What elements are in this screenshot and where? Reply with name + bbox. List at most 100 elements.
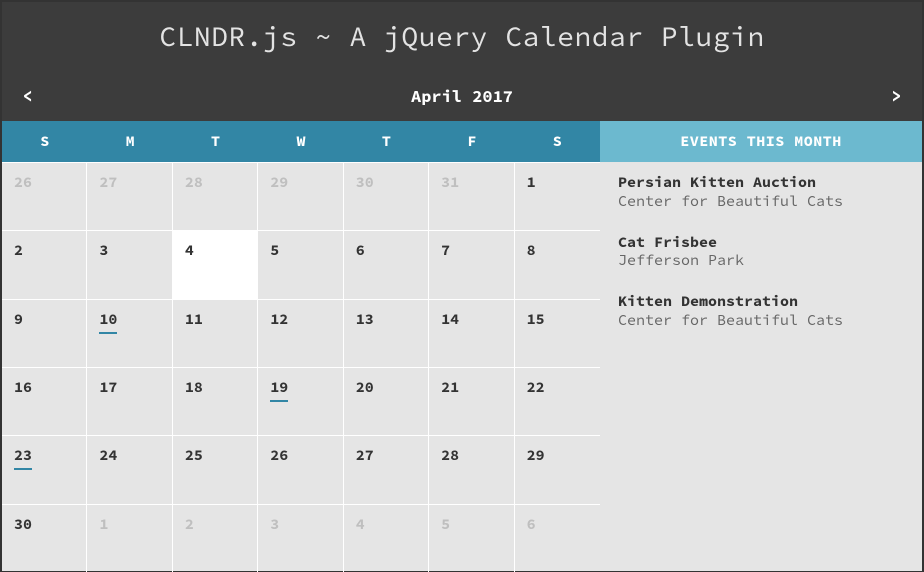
events-sidebar: EVENTS THIS MONTH Persian Kitten Auction… — [600, 121, 922, 571]
day-number: 27 — [356, 446, 374, 465]
calendar-day-cell[interactable]: 31 — [429, 162, 514, 230]
day-number: 15 — [527, 310, 545, 329]
day-number: 8 — [527, 241, 536, 260]
day-number: 2 — [185, 515, 194, 534]
day-number: 11 — [185, 310, 203, 329]
days-grid: 2627282930311234567891011121314151617181… — [2, 162, 600, 572]
event-location: Center for Beautiful Cats — [618, 193, 904, 212]
prev-month-button[interactable]: < — [16, 84, 39, 107]
day-number: 30 — [14, 515, 32, 534]
calendar-day-cell[interactable]: 25 — [173, 435, 258, 503]
calendar-day-cell[interactable]: 18 — [173, 367, 258, 435]
day-number: 29 — [270, 173, 288, 192]
calendar-day-cell[interactable]: 15 — [515, 299, 600, 367]
day-number: 18 — [185, 378, 203, 397]
calendar-day-cell[interactable]: 20 — [344, 367, 429, 435]
calendar-grid: S M T W T F S 26272829303112345678910111… — [2, 121, 600, 571]
current-month-label: April 2017 — [39, 85, 885, 107]
event-item[interactable]: Kitten DemonstrationCenter for Beautiful… — [600, 281, 922, 341]
calendar-day-cell[interactable]: 7 — [429, 230, 514, 298]
calendar-day-cell[interactable]: 21 — [429, 367, 514, 435]
day-number: 1 — [527, 173, 536, 192]
calendar-day-cell[interactable]: 26 — [2, 162, 87, 230]
calendar-day-cell[interactable]: 26 — [258, 435, 343, 503]
events-list: Persian Kitten AuctionCenter for Beautif… — [600, 162, 922, 341]
calendar-day-cell[interactable]: 11 — [173, 299, 258, 367]
calendar-day-cell[interactable]: 1 — [515, 162, 600, 230]
day-header: T — [344, 121, 429, 162]
calendar-day-cell[interactable]: 10 — [87, 299, 172, 367]
day-number: 29 — [527, 446, 545, 465]
day-number: 2 — [14, 241, 23, 260]
next-month-button[interactable]: > — [885, 84, 908, 107]
calendar-day-cell[interactable]: 2 — [173, 504, 258, 572]
calendar-day-cell[interactable]: 22 — [515, 367, 600, 435]
day-number: 4 — [356, 515, 365, 534]
calendar-day-cell[interactable]: 23 — [2, 435, 87, 503]
calendar-day-cell[interactable]: 2 — [2, 230, 87, 298]
day-header: T — [173, 121, 258, 162]
event-location: Center for Beautiful Cats — [618, 312, 904, 331]
day-number: 1 — [99, 515, 108, 534]
day-number: 19 — [270, 378, 288, 402]
day-number: 24 — [99, 446, 117, 465]
day-number: 7 — [441, 241, 450, 260]
day-headers-row: S M T W T F S — [2, 121, 600, 162]
calendar-day-cell[interactable]: 27 — [344, 435, 429, 503]
day-number: 21 — [441, 378, 459, 397]
calendar-day-cell[interactable]: 24 — [87, 435, 172, 503]
day-number: 14 — [441, 310, 459, 329]
event-item[interactable]: Persian Kitten AuctionCenter for Beautif… — [600, 162, 922, 222]
day-header: S — [2, 121, 87, 162]
calendar-day-cell[interactable]: 29 — [515, 435, 600, 503]
calendar-day-cell[interactable]: 28 — [429, 435, 514, 503]
calendar-day-cell[interactable]: 30 — [2, 504, 87, 572]
calendar-day-cell[interactable]: 29 — [258, 162, 343, 230]
calendar-day-cell[interactable]: 13 — [344, 299, 429, 367]
calendar-day-cell[interactable]: 5 — [258, 230, 343, 298]
calendar-day-cell[interactable]: 4 — [173, 230, 258, 298]
calendar-day-cell[interactable]: 9 — [2, 299, 87, 367]
page-title: CLNDR.js ~ A jQuery Calendar Plugin — [2, 2, 922, 74]
calendar-day-cell[interactable]: 8 — [515, 230, 600, 298]
calendar-day-cell[interactable]: 3 — [258, 504, 343, 572]
day-header: W — [258, 121, 343, 162]
day-number: 27 — [99, 173, 117, 192]
day-number: 6 — [527, 515, 536, 534]
day-number: 3 — [270, 515, 279, 534]
calendar-day-cell[interactable]: 12 — [258, 299, 343, 367]
calendar-day-cell[interactable]: 28 — [173, 162, 258, 230]
calendar-day-cell[interactable]: 16 — [2, 367, 87, 435]
day-number: 17 — [99, 378, 117, 397]
event-title: Kitten Demonstration — [618, 293, 904, 312]
day-number: 5 — [270, 241, 279, 260]
calendar-day-cell[interactable]: 30 — [344, 162, 429, 230]
calendar-day-cell[interactable]: 27 — [87, 162, 172, 230]
day-number: 16 — [14, 378, 32, 397]
calendar-day-cell[interactable]: 6 — [515, 504, 600, 572]
main-area: S M T W T F S 26272829303112345678910111… — [2, 121, 922, 571]
calendar-day-cell[interactable]: 17 — [87, 367, 172, 435]
day-number: 20 — [356, 378, 374, 397]
event-title: Cat Frisbee — [618, 234, 904, 253]
calendar-day-cell[interactable]: 4 — [344, 504, 429, 572]
day-number: 30 — [356, 173, 374, 192]
day-number: 3 — [99, 241, 108, 260]
event-location: Jefferson Park — [618, 252, 904, 271]
calendar-day-cell[interactable]: 14 — [429, 299, 514, 367]
calendar-day-cell[interactable]: 6 — [344, 230, 429, 298]
day-number: 23 — [14, 446, 32, 470]
events-sidebar-header: EVENTS THIS MONTH — [600, 121, 922, 162]
event-item[interactable]: Cat FrisbeeJefferson Park — [600, 222, 922, 282]
calendar-day-cell[interactable]: 3 — [87, 230, 172, 298]
calendar-day-cell[interactable]: 5 — [429, 504, 514, 572]
day-header: S — [515, 121, 600, 162]
day-number: 28 — [185, 173, 203, 192]
day-number: 9 — [14, 310, 23, 329]
day-number: 25 — [185, 446, 203, 465]
month-controls: < April 2017 > — [2, 74, 922, 121]
day-number: 26 — [270, 446, 288, 465]
calendar-day-cell[interactable]: 1 — [87, 504, 172, 572]
day-number: 12 — [270, 310, 288, 329]
calendar-day-cell[interactable]: 19 — [258, 367, 343, 435]
